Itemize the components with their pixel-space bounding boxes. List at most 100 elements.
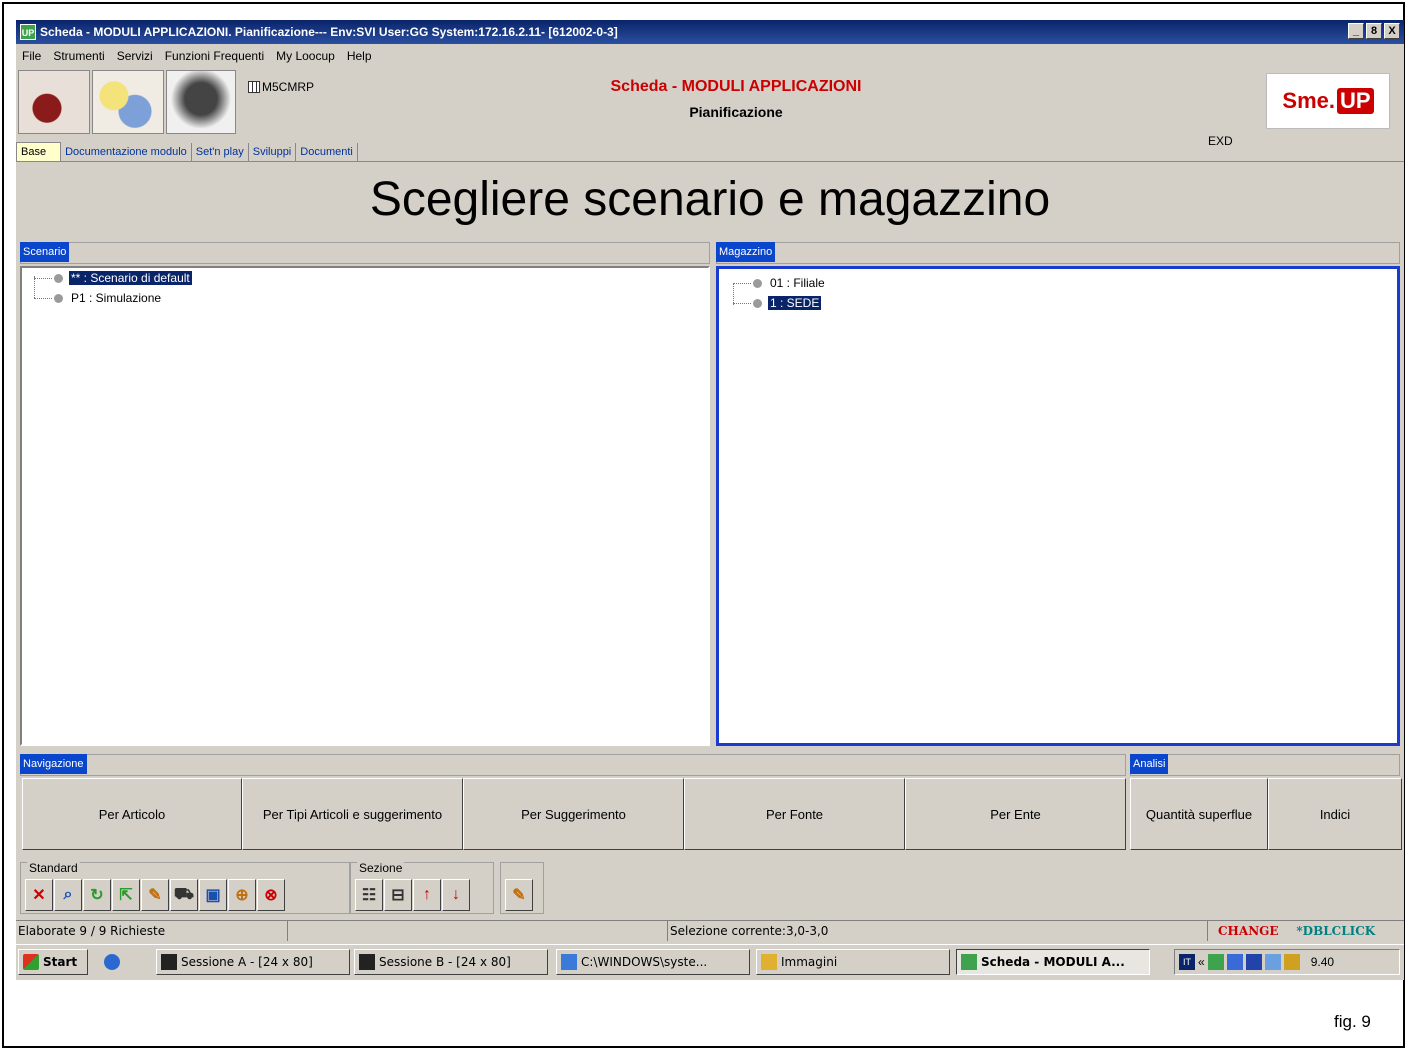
menu-funzioni-frequenti[interactable]: Funzioni Frequenti (159, 49, 270, 63)
per-fonte-button[interactable]: Per Fonte (684, 778, 905, 850)
scenario-tree[interactable]: ** : Scenario di default P1 : Simulazion… (20, 266, 710, 746)
pencil-tray-icon[interactable] (1283, 954, 1300, 970)
menu-help[interactable]: Help (341, 49, 378, 63)
status-change: CHANGE (1218, 924, 1279, 938)
standard-toolbar-label: Standard (27, 861, 80, 875)
magazzino-tree[interactable]: 01 : Filiale 1 : SEDE (716, 266, 1400, 746)
menu-strumenti[interactable]: Strumenti (47, 49, 110, 63)
chevron-left-icon[interactable]: « (1198, 955, 1205, 969)
taskbar-sessione-b[interactable]: Sessione B - [24 x 80] (354, 949, 548, 975)
edit-icon[interactable]: ✎ (141, 879, 169, 911)
tree-icon[interactable]: ☷ (355, 879, 383, 911)
close-button[interactable]: X (1384, 23, 1400, 39)
tree-item-scenario[interactable]: P1 : Simulazione (34, 288, 163, 308)
close-icon[interactable]: ✕ (25, 879, 53, 911)
per-ente-button[interactable]: Per Ente (905, 778, 1126, 850)
taskbar-scheda[interactable]: Scheda - MODULI A... (956, 949, 1150, 975)
minimize-button[interactable]: _ (1348, 23, 1364, 39)
taskbar-sessione-a[interactable]: Sessione A - [24 x 80] (156, 949, 350, 975)
status-flags: CHANGE *DBLCLICK (1216, 921, 1404, 941)
extra-toolbar: ✎ (500, 862, 544, 914)
start-button[interactable]: Start (18, 949, 88, 975)
taskbar-windows-system[interactable]: C:\WINDOWS\syste... (556, 949, 750, 975)
cart-icon[interactable]: ⛟ (170, 879, 198, 911)
task-label: Sessione A - [24 x 80] (181, 955, 313, 969)
quick-launch (100, 949, 136, 975)
menu-file[interactable]: File (16, 49, 47, 63)
window-controls: _ 8 X (1348, 23, 1400, 39)
scheda-title: Scheda - MODULI APPLICAZIONI (610, 78, 862, 95)
grid-icon (248, 81, 260, 93)
scenario-header-strip (20, 242, 710, 264)
quantita-superflue-button[interactable]: Quantità superflue (1130, 778, 1268, 850)
scenario-item-label: ** : Scenario di default (69, 271, 192, 285)
monitor-tray-icon[interactable] (1245, 954, 1262, 970)
title-bar[interactable]: UP Scheda - MODULI APPLICAZIONI. Pianifi… (16, 20, 1404, 44)
windows-logo-icon (23, 954, 39, 970)
stop-icon[interactable]: ⊗ (257, 879, 285, 911)
smeup-tray-icon-2[interactable] (1226, 954, 1243, 970)
layout-icon[interactable]: ⊟ (384, 879, 412, 911)
window-title: Scheda - MODULI APPLICAZIONI. Pianificaz… (40, 25, 618, 39)
taskbar-immagini[interactable]: Immagini (756, 949, 950, 975)
tree-item-magazzino[interactable]: 01 : Filiale (733, 273, 827, 293)
scheda-subtitle: Pianificazione (689, 104, 783, 120)
folder-icon (761, 954, 777, 970)
tree-item-magazzino[interactable]: 1 : SEDE (733, 293, 822, 313)
terminal-icon (161, 954, 177, 970)
smeup-thumbnail[interactable] (92, 70, 164, 134)
system-tray: IT « 9.40 (1174, 949, 1400, 975)
app-icon: UP (20, 24, 36, 40)
task-label: Immagini (781, 955, 838, 969)
node-icon (753, 298, 762, 308)
navigazione-header-strip (20, 754, 1126, 776)
export-icon[interactable]: ⇱ (112, 879, 140, 911)
application-window: UP Scheda - MODULI APPLICAZIONI. Pianifi… (16, 20, 1404, 980)
browser-icon[interactable] (104, 954, 120, 970)
tab-documentazione-modulo[interactable]: Documentazione modulo (61, 143, 192, 161)
task-label: Scheda - MODULI A... (981, 955, 1125, 969)
node-icon (753, 278, 762, 288)
arrow-down-icon[interactable]: ↓ (442, 879, 470, 911)
status-dblclick: *DBLCLICK (1296, 924, 1376, 938)
tab-documenti[interactable]: Documenti (296, 143, 358, 161)
status-bar: Elaborate 9 / 9 Richieste Selezione corr… (16, 920, 1404, 941)
menu-bar: File Strumenti Servizi Funzioni Frequent… (16, 46, 1404, 66)
tab-base[interactable]: Base (16, 142, 62, 161)
edit-icon[interactable]: ✎ (505, 879, 533, 911)
per-articolo-button[interactable]: Per Articolo (22, 778, 242, 850)
module-code-text: M5CMRP (262, 80, 315, 94)
sezione-toolbar: Sezione ☷ ⊟ ↑ ↓ (350, 861, 494, 914)
scenario-item-label: P1 : Simulazione (71, 291, 162, 305)
clock: 9.40 (1310, 955, 1335, 969)
folder-icon (561, 954, 577, 970)
standard-toolbar: Standard ✕ ⌕ ↻ ⇱ ✎ ⛟ ▣ ⊕ ⊗ (20, 861, 350, 914)
tree-item-scenario[interactable]: ** : Scenario di default (34, 268, 192, 288)
task-label: C:\WINDOWS\syste... (581, 955, 708, 969)
menu-servizi[interactable]: Servizi (111, 49, 159, 63)
language-indicator[interactable]: IT (1179, 954, 1195, 970)
network-tray-icon[interactable] (1264, 954, 1281, 970)
node-icon (54, 293, 63, 303)
magazzino-item-label: 1 : SEDE (768, 296, 822, 310)
refresh-icon[interactable]: ↻ (83, 879, 111, 911)
search-icon[interactable]: ⌕ (54, 879, 82, 911)
status-empty (288, 921, 668, 941)
per-suggerimento-button[interactable]: Per Suggerimento (463, 778, 684, 850)
maximize-button[interactable]: 8 (1366, 23, 1382, 39)
zoom-icon[interactable]: ⊕ (228, 879, 256, 911)
module-code: M5CMRP (248, 80, 314, 94)
user-thumbnail-1[interactable] (18, 70, 90, 134)
menu-my-loocup[interactable]: My Loocup (270, 49, 341, 63)
terminal-icon (359, 954, 375, 970)
tab-sviluppi[interactable]: Sviluppi (249, 143, 297, 161)
node-icon (54, 273, 63, 283)
arrow-up-icon[interactable]: ↑ (413, 879, 441, 911)
user-photo[interactable] (166, 70, 236, 134)
magazzino-label: Magazzino (716, 242, 776, 262)
per-tipi-articoli-button[interactable]: Per Tipi Articoli e suggerimento (242, 778, 463, 850)
tab-set-n-play[interactable]: Set'n play (192, 143, 249, 161)
image-icon[interactable]: ▣ (199, 879, 227, 911)
indici-button[interactable]: Indici (1268, 778, 1402, 850)
smeup-tray-icon[interactable] (1207, 954, 1224, 970)
